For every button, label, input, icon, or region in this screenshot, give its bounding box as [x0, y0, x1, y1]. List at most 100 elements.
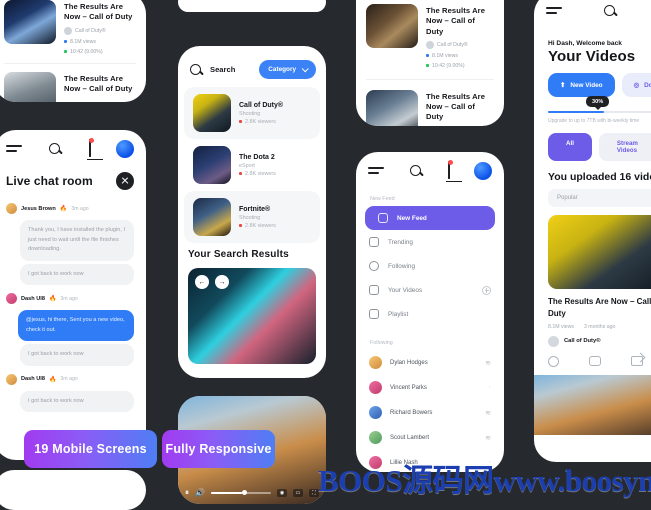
double-label: Double — [644, 81, 651, 89]
progress-fill — [548, 111, 604, 114]
action-button-row: ⬆ New Video ◎ Double — [534, 73, 651, 97]
flame-icon: 🔥 — [48, 376, 57, 383]
avatar — [369, 431, 382, 444]
search-results-heading: Your Search Results — [188, 249, 289, 260]
feed-list-item[interactable]: The Results Are Now – Call of Duty — [0, 64, 146, 102]
game-viewers: 2.8K viewers — [245, 118, 276, 125]
video-thumbnail[interactable] — [366, 89, 418, 126]
sort-dropdown[interactable]: Popular — [548, 189, 651, 208]
chat-header: Live chat room — [0, 168, 146, 198]
progress-slider[interactable] — [210, 490, 271, 495]
search-icon[interactable] — [408, 163, 424, 179]
greeting-text: Hi Dash, Welcome back — [548, 40, 622, 47]
feed-phone-topright: The Results Are Now – Call of Duty Call … — [356, 0, 504, 126]
notifications-icon[interactable] — [88, 138, 94, 158]
following-section-label: Following — [370, 340, 393, 346]
carousel-prev-button[interactable]: ← — [195, 275, 209, 289]
progress-track[interactable] — [548, 111, 651, 114]
add-icon[interactable] — [482, 285, 491, 295]
new-video-label: New Video — [570, 81, 603, 89]
following-name: Scout Lambert — [390, 434, 430, 441]
message-author: Dash UI8 — [21, 295, 45, 302]
offline-icon: · — [488, 384, 491, 391]
search-input[interactable]: Search — [188, 62, 251, 78]
avatar — [6, 293, 17, 304]
online-icon: ≋ — [485, 359, 491, 367]
avatar — [6, 203, 17, 214]
video-thumbnail[interactable] — [366, 4, 418, 48]
video-views: 8.1M views — [548, 323, 574, 330]
cast-icon[interactable]: ◉ — [277, 489, 287, 497]
game-genre: eSport — [239, 162, 255, 169]
game-list-item[interactable]: Call of Duty® Shooting 2.8K viewers — [184, 87, 320, 139]
pause-icon[interactable]: ⏸ — [185, 489, 189, 497]
feed-list-item[interactable]: The Results Are Now – Call of Duty Call … — [356, 82, 504, 126]
video-title: The Results Are Now – Call of Duty — [426, 6, 486, 36]
menu-item-following[interactable]: Following — [356, 254, 504, 278]
avatar — [369, 381, 382, 394]
notifications-icon[interactable] — [448, 160, 453, 180]
feed-phone-topleft: The Results Are Now – Call of Duty Call … — [0, 0, 146, 102]
video-thumbnail[interactable] — [548, 215, 651, 290]
avatar[interactable] — [115, 140, 134, 158]
menu-item-new-feed[interactable]: New Feed — [365, 206, 495, 230]
chat-appbar — [0, 130, 146, 168]
next-video-thumbnail[interactable] — [534, 374, 651, 435]
video-thumbnail[interactable] — [4, 0, 56, 44]
phone-top-sliver — [178, 0, 326, 12]
online-icon: ≋ — [485, 409, 491, 417]
game-name: Fortnite® — [239, 205, 271, 213]
following-item[interactable]: Vincent Parks · — [356, 375, 504, 400]
game-list-item[interactable]: The Dota 2 eSport 2.8K viewers — [184, 139, 320, 191]
filter-tabs: All Stream Videos — [534, 124, 651, 162]
menu-appbar — [356, 152, 504, 190]
category-dropdown[interactable]: Category — [259, 60, 316, 79]
new-video-button[interactable]: ⬆ New Video — [548, 73, 615, 97]
subtitles-icon[interactable] — [589, 355, 601, 366]
search-icon[interactable] — [602, 3, 618, 19]
chat-bubble: I got back to work now — [20, 390, 134, 412]
tab-all[interactable]: All — [548, 133, 592, 162]
channel-row[interactable]: Call of Duty® — [534, 330, 651, 347]
feed-list-item[interactable]: The Results Are Now – Call of Duty Call … — [356, 0, 504, 77]
settings-icon[interactable] — [548, 355, 559, 367]
volume-icon[interactable]: 🔊 — [195, 489, 205, 497]
result-hero-image[interactable]: ← → — [188, 268, 316, 364]
menu-item-trending[interactable]: Trending — [356, 230, 504, 254]
following-item[interactable]: Scout Lambert ≋ — [356, 425, 504, 450]
video-actions — [534, 347, 651, 367]
uploaded-heading: You uploaded 16 videos — [548, 171, 651, 184]
menu-icon[interactable] — [6, 141, 22, 157]
feed-phone-bottomleft — [0, 470, 146, 510]
upload-icon: ⬆ — [560, 82, 566, 89]
message-time: 3m ago — [71, 205, 89, 212]
avatar — [6, 373, 17, 385]
search-icon[interactable] — [47, 141, 63, 157]
live-marker — [239, 120, 242, 123]
menu-item-playlist[interactable]: Playlist — [356, 302, 504, 326]
video-thumbnail[interactable] — [4, 71, 56, 102]
carousel-next-button[interactable]: → — [215, 275, 229, 289]
menu-item-your-videos[interactable]: Your Videos — [356, 278, 504, 302]
menu-icon[interactable] — [546, 3, 562, 19]
message-author-row: Jesus Brown 🔥 3m ago — [0, 198, 146, 217]
video-duration: 10:42 (9.00%) — [70, 48, 103, 55]
search-bar: Search Category — [178, 60, 326, 79]
following-item[interactable]: Dylan Hodges ≋ — [356, 350, 504, 375]
avatar[interactable] — [474, 162, 492, 180]
game-thumbnail — [193, 198, 231, 236]
game-list-item[interactable]: Fortnite® Shooting 2.8K viewers — [184, 191, 320, 243]
message-author-row: Dash UI8 🔥 3m ago — [0, 288, 146, 307]
pip-icon[interactable]: ▭ — [293, 489, 303, 497]
feed-list-item[interactable]: The Results Are Now – Call of Duty Call … — [0, 0, 146, 63]
category-label: Category — [268, 66, 296, 73]
double-button[interactable]: ◎ Double — [621, 73, 651, 97]
menu-icon[interactable] — [368, 163, 384, 179]
following-name: Dylan Hodges — [390, 359, 428, 366]
share-icon[interactable] — [631, 355, 643, 366]
tab-stream-videos[interactable]: Stream Videos — [598, 133, 651, 162]
video-age: 3 months ago — [583, 323, 616, 330]
user-icon — [369, 261, 379, 271]
close-icon[interactable] — [116, 172, 134, 190]
following-item[interactable]: Richard Bowers ≋ — [356, 400, 504, 425]
